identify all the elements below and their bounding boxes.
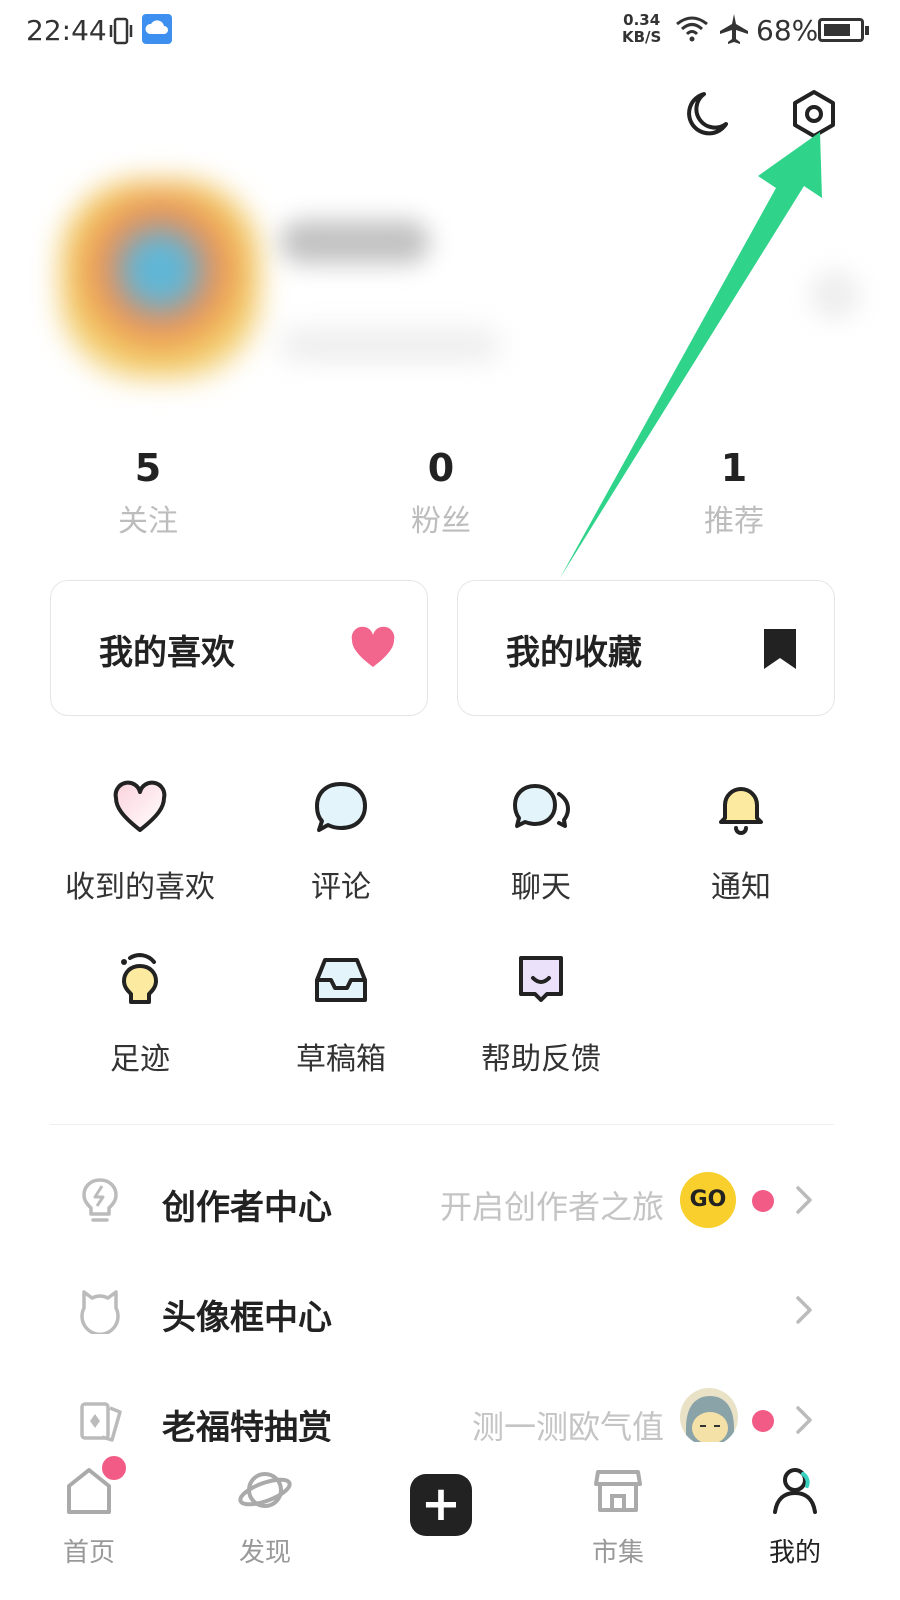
grid-comments[interactable]: 评论 bbox=[241, 778, 441, 918]
grid-label: 收到的喜欢 bbox=[65, 870, 215, 905]
grid-label: 通知 bbox=[711, 870, 771, 905]
stat-value: 1 bbox=[720, 446, 748, 490]
nav-label: 首页 bbox=[62, 1538, 115, 1568]
nav-label: 发现 bbox=[238, 1538, 291, 1568]
nav-market[interactable]: 市集 bbox=[563, 1462, 673, 1592]
nav-label: 我的 bbox=[768, 1538, 821, 1568]
nav-home[interactable]: 首页 bbox=[34, 1456, 144, 1592]
grid-label: 草稿箱 bbox=[296, 1042, 386, 1077]
grid-chat[interactable]: 聊天 bbox=[441, 778, 641, 918]
wifi-icon bbox=[676, 16, 708, 42]
bottom-nav: 首页 发现 + 市集 我的 bbox=[0, 1442, 900, 1600]
profile-info-blurred bbox=[280, 330, 500, 360]
stat-label: 粉丝 bbox=[411, 504, 471, 539]
nav-profile[interactable]: 我的 bbox=[740, 1462, 850, 1592]
nav-label: 市集 bbox=[591, 1538, 644, 1568]
go-badge: GO bbox=[680, 1172, 736, 1228]
list-row-creator-center[interactable]: 创作者中心 开启创作者之旅 GO bbox=[0, 1146, 900, 1256]
notification-dot bbox=[752, 1190, 774, 1212]
grid-label: 帮助反馈 bbox=[481, 1042, 601, 1077]
inbox-icon bbox=[315, 958, 367, 1002]
profile-icon bbox=[773, 1468, 817, 1514]
battery-percent: 68% bbox=[756, 14, 819, 47]
card-icon bbox=[80, 1402, 122, 1442]
battery-icon bbox=[818, 18, 869, 42]
stat-value: 0 bbox=[427, 446, 455, 490]
chat-icon bbox=[513, 784, 570, 828]
grid-label: 足迹 bbox=[110, 1042, 170, 1077]
airplane-mode-icon bbox=[720, 14, 748, 44]
list-row-avatar-frame-center[interactable]: 头像框中心 bbox=[0, 1256, 900, 1366]
profile-stats: 5 关注 0 粉丝 1 推荐 bbox=[0, 446, 900, 546]
character-avatar bbox=[680, 1388, 738, 1446]
stat-value: 5 bbox=[134, 446, 162, 490]
username-blurred bbox=[280, 220, 430, 264]
shop-icon bbox=[594, 1470, 642, 1512]
section-divider bbox=[50, 1124, 834, 1125]
profile-arrow-blurred bbox=[810, 270, 860, 320]
row-title: 创作者中心 bbox=[162, 1188, 332, 1228]
grid-label: 评论 bbox=[311, 870, 371, 905]
planet-icon bbox=[238, 1472, 292, 1508]
notification-dot bbox=[752, 1410, 774, 1432]
bulb-icon bbox=[82, 1178, 118, 1222]
cloud-icon bbox=[142, 14, 172, 44]
chevron-right-icon bbox=[796, 1406, 812, 1434]
my-likes-card[interactable]: 我的喜欢 bbox=[50, 580, 428, 716]
feedback-icon bbox=[519, 956, 563, 1002]
plus-icon[interactable]: + bbox=[410, 1474, 472, 1536]
stat-following[interactable]: 5 关注 bbox=[68, 446, 228, 540]
notification-dot bbox=[102, 1456, 126, 1480]
row-title: 头像框中心 bbox=[162, 1298, 332, 1338]
stat-followers[interactable]: 0 粉丝 bbox=[361, 446, 521, 540]
chevron-right-icon bbox=[796, 1296, 812, 1324]
grid-help-feedback[interactable]: 帮助反馈 bbox=[441, 950, 641, 1090]
heart-outline-icon bbox=[113, 780, 167, 832]
bell-icon bbox=[719, 787, 763, 835]
grid-drafts[interactable]: 草稿箱 bbox=[241, 950, 441, 1090]
vibrate-icon bbox=[109, 17, 133, 45]
nav-discover[interactable]: 发现 bbox=[210, 1462, 320, 1592]
card-label: 我的收藏 bbox=[506, 633, 642, 673]
comment-icon bbox=[315, 782, 367, 832]
lightbulb-icon bbox=[121, 953, 158, 1004]
stat-label: 关注 bbox=[118, 504, 178, 539]
network-speed: 0.34 KB/S bbox=[622, 11, 662, 46]
avatar[interactable] bbox=[60, 180, 260, 380]
status-bar: 22:44 0.34 KB/S 68% bbox=[0, 0, 900, 64]
grid-footprints[interactable]: 足迹 bbox=[40, 950, 240, 1090]
cat-frame-icon bbox=[80, 1290, 120, 1334]
bookmark-icon bbox=[764, 629, 796, 669]
settings-icon[interactable] bbox=[786, 86, 842, 142]
card-label: 我的喜欢 bbox=[99, 633, 235, 673]
grid-label: 聊天 bbox=[511, 870, 571, 905]
heart-icon bbox=[351, 626, 395, 667]
stat-recommend[interactable]: 1 推荐 bbox=[654, 446, 814, 540]
moon-icon[interactable] bbox=[680, 86, 736, 142]
stat-label: 推荐 bbox=[704, 504, 764, 539]
grid-received-likes[interactable]: 收到的喜欢 bbox=[40, 778, 240, 918]
grid-notifications[interactable]: 通知 bbox=[641, 778, 841, 918]
row-subtitle: 开启创作者之旅 bbox=[439, 1188, 664, 1226]
chevron-right-icon bbox=[796, 1186, 812, 1214]
status-time: 22:44 bbox=[26, 14, 107, 47]
profile-header[interactable] bbox=[40, 160, 870, 450]
my-favorites-card[interactable]: 我的收藏 bbox=[457, 580, 835, 716]
